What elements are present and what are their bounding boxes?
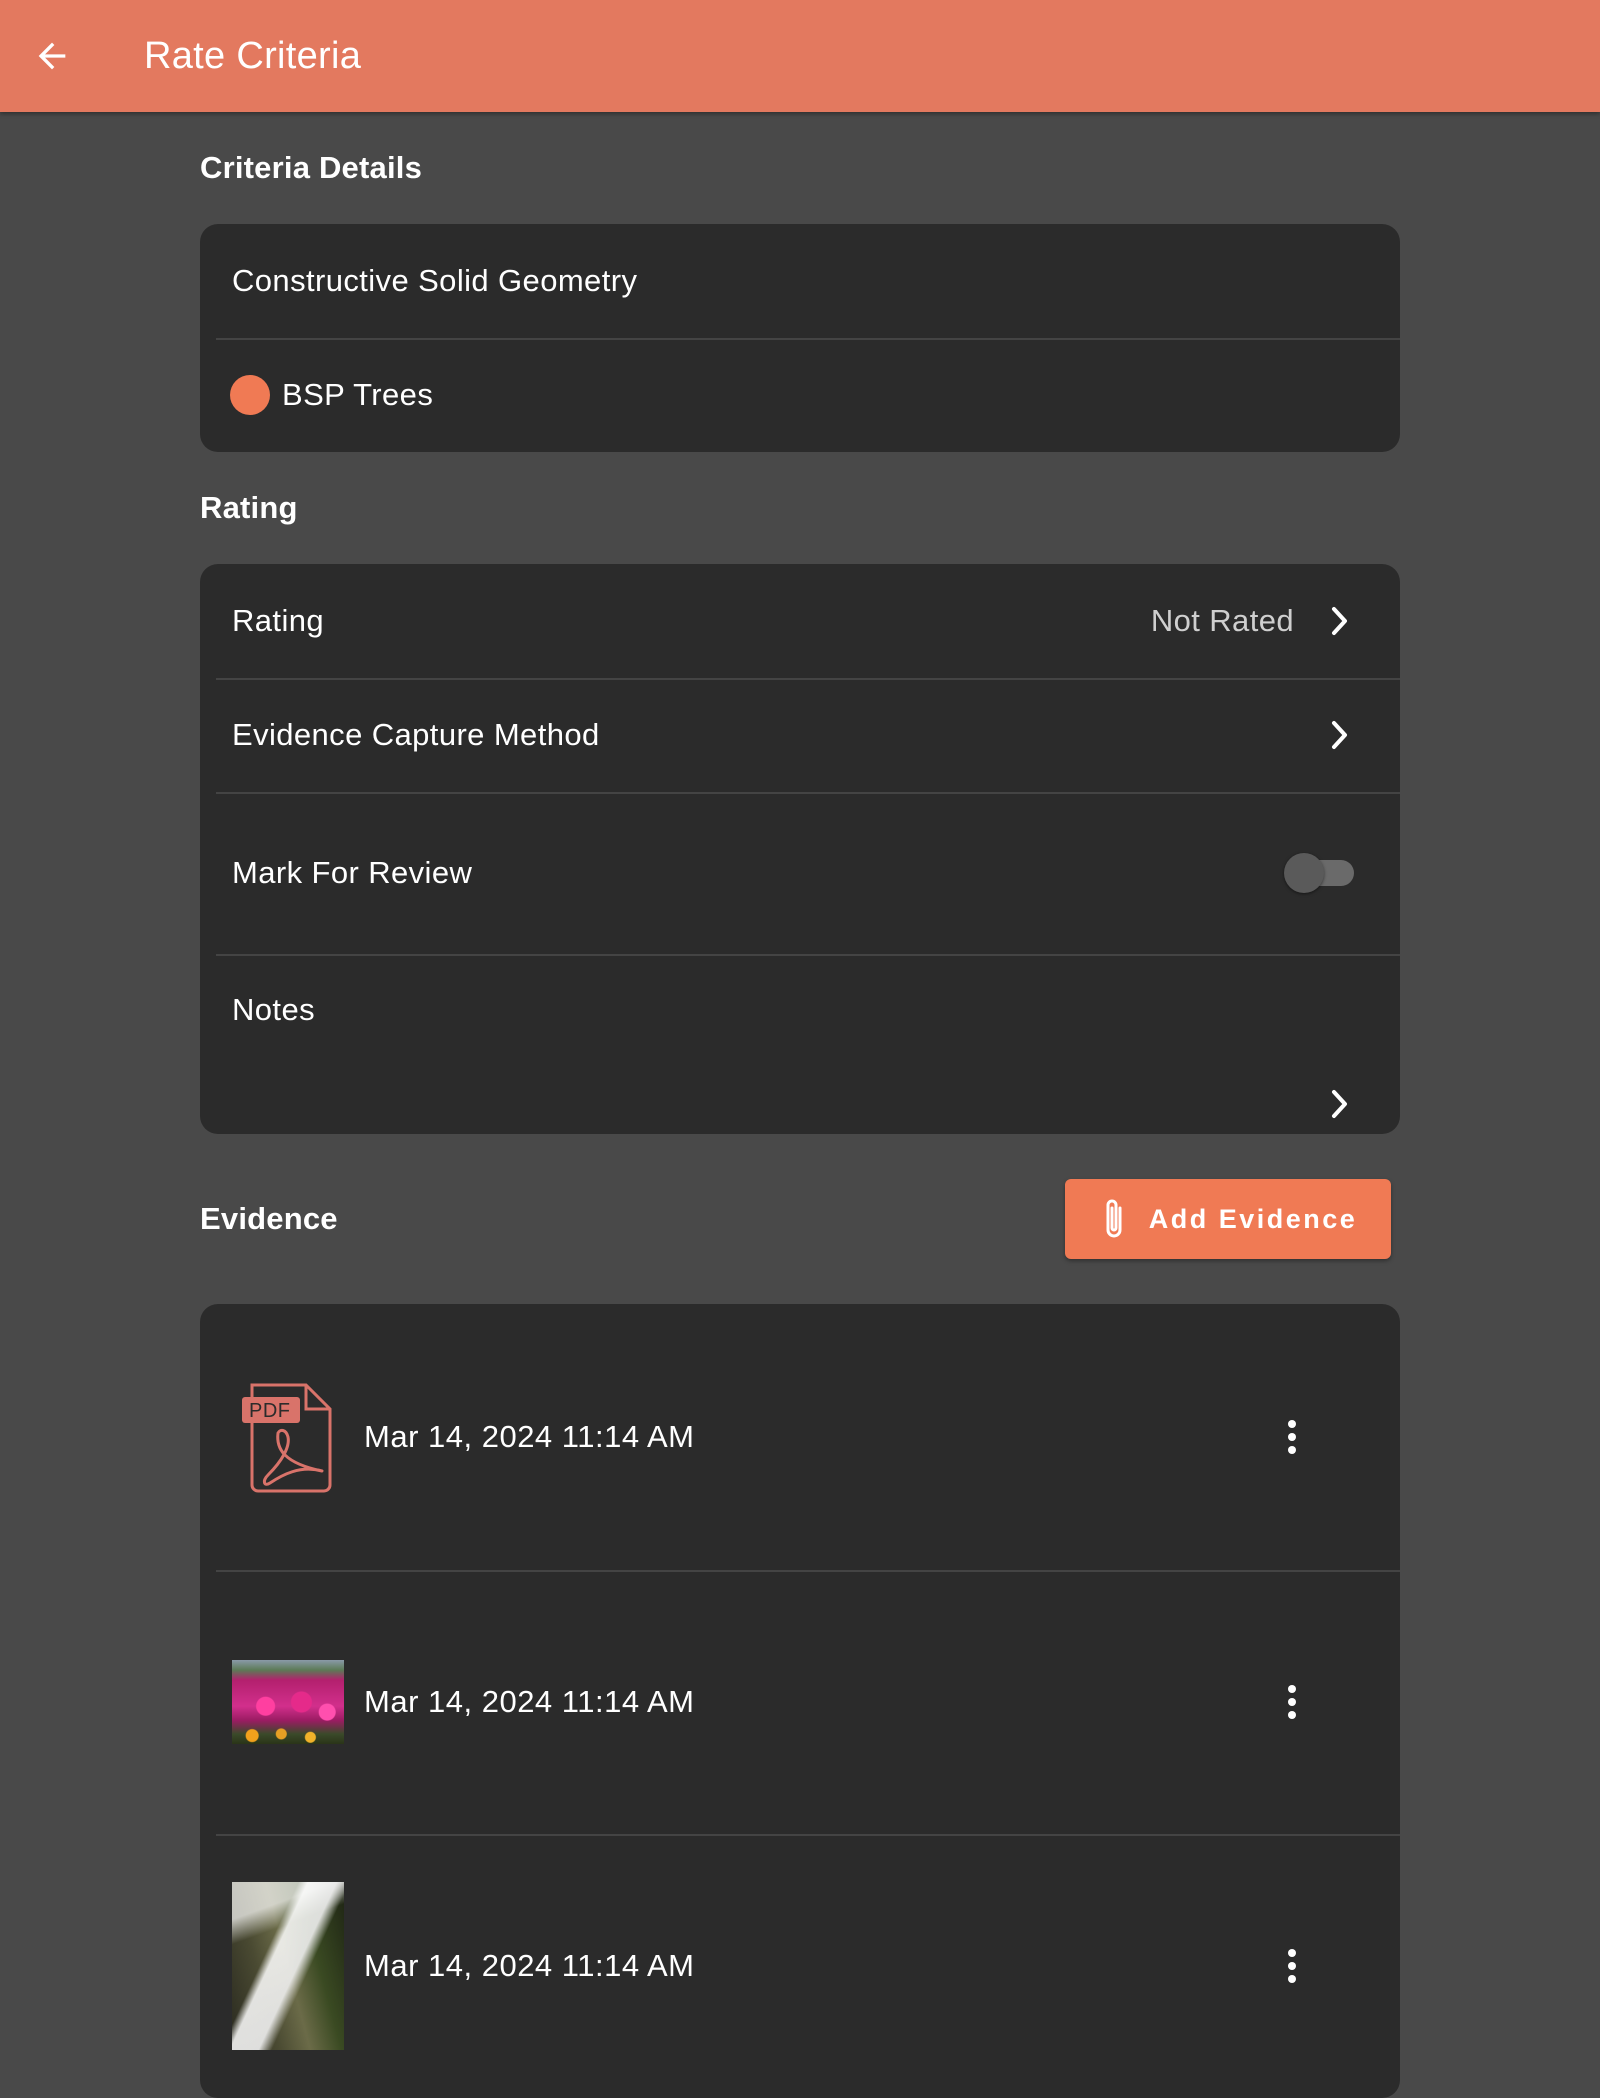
rating-section-heading: Rating xyxy=(200,490,298,525)
evidence-capture-method-label: Evidence Capture Method xyxy=(232,717,600,752)
chevron-right-icon xyxy=(1320,601,1360,641)
evidence-date: Mar 14, 2024 11:14 AM xyxy=(364,1948,695,1983)
evidence-item[interactable]: Mar 14, 2024 11:14 AM xyxy=(200,1570,1400,1834)
evidence-item[interactable]: Mar 14, 2024 11:14 AM xyxy=(200,1834,1400,2098)
more-vert-icon xyxy=(1288,1685,1296,1719)
pdf-file-icon: PDF xyxy=(242,1383,332,1493)
more-vert-icon xyxy=(1288,1949,1296,1983)
rating-row[interactable]: Rating Not Rated xyxy=(200,564,1400,678)
arrow-back-icon xyxy=(38,42,66,70)
criteria-category-row: BSP Trees xyxy=(200,338,1400,452)
more-options-button[interactable] xyxy=(1268,1942,1316,1990)
evidence-list: PDF Mar 14, 2024 11:14 AM Mar 14, 2024 1… xyxy=(200,1304,1400,2098)
category-color-dot xyxy=(230,375,270,415)
toggle-thumb xyxy=(1284,853,1324,893)
mark-for-review-toggle[interactable] xyxy=(1284,853,1354,893)
evidence-thumbnail xyxy=(232,1882,344,2050)
criteria-name-row: Constructive Solid Geometry xyxy=(200,224,1400,338)
evidence-heading: Evidence xyxy=(200,1201,338,1236)
back-button[interactable] xyxy=(0,0,112,112)
add-evidence-button[interactable]: Add Evidence xyxy=(1065,1179,1391,1259)
evidence-thumbnail xyxy=(232,1660,344,1744)
criteria-name: Constructive Solid Geometry xyxy=(232,263,638,298)
add-evidence-label: Add Evidence xyxy=(1148,1203,1358,1234)
page-title: Rate Criteria xyxy=(144,34,362,77)
chevron-right-icon xyxy=(1320,715,1360,755)
notes-label: Notes xyxy=(232,992,315,1027)
rating-value: Not Rated xyxy=(1150,603,1294,638)
content-column: Criteria Details Constructive Solid Geom… xyxy=(200,112,1400,2098)
flowers-image xyxy=(232,1660,344,1744)
chevron-right-icon xyxy=(1320,1084,1360,1124)
more-options-button[interactable] xyxy=(1268,1413,1316,1461)
rating-label: Rating xyxy=(232,603,325,638)
criteria-category: BSP Trees xyxy=(282,377,434,412)
evidence-capture-method-row[interactable]: Evidence Capture Method xyxy=(200,678,1400,792)
evidence-thumbnail: PDF xyxy=(232,1379,344,1495)
more-options-button[interactable] xyxy=(1268,1678,1316,1726)
app-bar: Rate Criteria xyxy=(0,0,1600,112)
notes-row[interactable]: Notes xyxy=(200,954,1400,1134)
evidence-date: Mar 14, 2024 11:14 AM xyxy=(364,1419,695,1454)
criteria-details-heading: Criteria Details xyxy=(200,150,423,185)
mark-for-review-label: Mark For Review xyxy=(232,855,473,890)
mark-for-review-row: Mark For Review xyxy=(200,792,1400,954)
waterfall-image xyxy=(232,1882,344,2050)
svg-text:PDF: PDF xyxy=(249,1400,291,1422)
evidence-item[interactable]: PDF Mar 14, 2024 11:14 AM xyxy=(200,1304,1400,1570)
rating-card: Rating Not Rated Evidence Capture Method… xyxy=(200,564,1400,1134)
evidence-date: Mar 14, 2024 11:14 AM xyxy=(364,1684,695,1719)
evidence-header: Evidence Add Evidence xyxy=(200,1134,1400,1304)
criteria-details-card: Constructive Solid Geometry BSP Trees xyxy=(200,224,1400,452)
more-vert-icon xyxy=(1288,1420,1296,1454)
paperclip-icon xyxy=(1106,1199,1122,1238)
